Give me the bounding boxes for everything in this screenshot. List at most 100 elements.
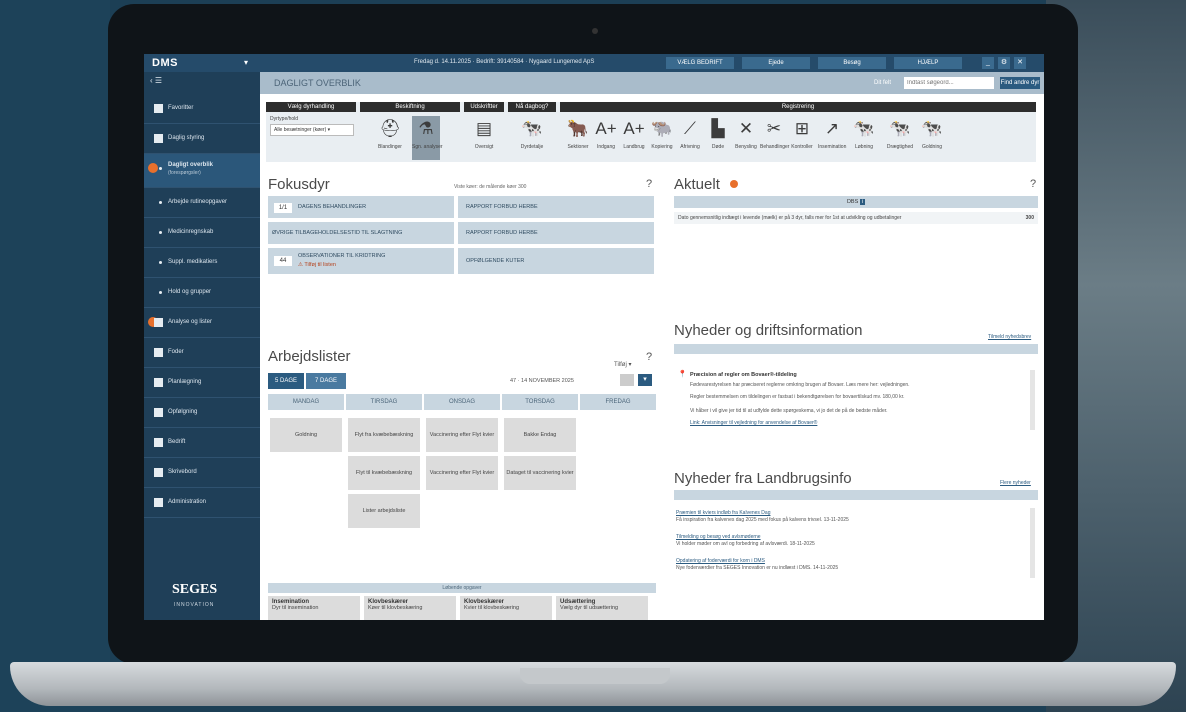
news-item-title[interactable]: Tilmelding og besøg ved avlsmøderne xyxy=(676,534,761,541)
info-icon[interactable]: i xyxy=(859,199,866,205)
chevron-down-icon[interactable]: ▾ xyxy=(638,374,652,386)
scrollbar[interactable] xyxy=(1030,370,1035,430)
news-link[interactable]: Link: Anvisninger til vejledning for anv… xyxy=(690,420,817,427)
sidebar-item-arbejde[interactable]: Arbejde rutineopgaver xyxy=(144,188,260,218)
folder-icon xyxy=(154,468,163,477)
task-card[interactable]: Goldning xyxy=(270,418,342,452)
group-header: Vælg dyrhandling xyxy=(266,102,356,112)
news-item-title[interactable]: Opdatering af foderværdi for korn i DMS xyxy=(676,558,765,565)
ongoing-card[interactable]: Klovbeskærer Kvier til klovbeskæring xyxy=(460,596,552,620)
tool-kontroller[interactable]: ⊞ Kontroller xyxy=(788,116,816,160)
ongoing-card[interactable]: Insemination Dyr til insemination xyxy=(268,596,360,620)
sidebar-item-daglig-styring[interactable]: Daglig styring xyxy=(144,124,260,154)
seges-logo-sub: INNOVATION xyxy=(174,602,215,608)
day-header: MANDAG xyxy=(268,394,344,410)
ongoing-card[interactable]: Udsættering Vælg dyr til udsættering xyxy=(556,596,648,620)
sidebar-item-skrivebord[interactable]: Skrivebord xyxy=(144,458,260,488)
tool-benysling[interactable]: ✕ Benysling xyxy=(732,116,760,160)
tool-kopiering[interactable]: 🐃 Kopiering xyxy=(648,116,676,160)
minimize-icon[interactable]: _ xyxy=(982,57,994,69)
tool-behandlinger[interactable]: ✂ Behandlinger xyxy=(760,116,790,160)
tool-goldning[interactable]: 🐄 Goldning xyxy=(918,116,946,160)
tool-label: Insemination xyxy=(818,144,847,150)
tool-label: Oversigt xyxy=(474,144,494,150)
nyheder-bar xyxy=(674,344,1038,354)
sidebar-item-opfoelgning[interactable]: Opfølgning xyxy=(144,398,260,428)
fokus-tile-rapport-2[interactable]: RAPPORT FORBUD HERBE xyxy=(458,222,654,244)
tool-label: Behandlinger xyxy=(760,144,790,150)
task-card[interactable]: Lister arbejdsliste xyxy=(348,494,420,528)
task-card[interactable]: Vaccinering efter Flyt kvier xyxy=(426,418,498,452)
tab-5-days[interactable]: 5 DAGE xyxy=(268,373,304,389)
help-button[interactable]: HJÆLP xyxy=(894,57,962,69)
more-news-link[interactable]: Flere nyheder xyxy=(1000,480,1031,486)
sidebar-item-analyse[interactable]: Analyse og lister xyxy=(144,308,260,338)
find-animals-button[interactable]: Find andre dyr xyxy=(1000,77,1040,89)
fokus-tile-tilbageholdelse[interactable]: ØVRIGE TILBAGEHOLDELSESTID TIL SLAGTNING xyxy=(268,222,454,244)
notification-badge xyxy=(148,163,158,173)
add-list-link[interactable]: Tilføj ▾ xyxy=(614,361,631,368)
sidebar-item-dagligt-overblik[interactable]: Dagligt overblik (forespørgsler) xyxy=(144,154,260,188)
sidebar-item-foder[interactable]: Foder xyxy=(144,338,260,368)
fokus-tile-observationer[interactable]: 44 OBSERVATIONER TIL KRIDTRING ⚠ Tilføj ti… xyxy=(268,248,454,274)
choose-farm-button[interactable]: VÆLG BEDRIFT xyxy=(666,57,734,69)
tool-insemination[interactable]: ↗ Insemination xyxy=(818,116,846,160)
tool-landbrug[interactable]: A+ Landbrug xyxy=(620,116,648,160)
fokus-tile-rapport-1[interactable]: RAPPORT FORBUD HERBE xyxy=(458,196,654,218)
sidebar-item-bedrift[interactable]: Bedrift xyxy=(144,428,260,458)
help-icon[interactable]: ? xyxy=(646,351,652,363)
task-card[interactable]: Flyt fra kvæbebæskning xyxy=(348,418,420,452)
chevron-down-icon[interactable]: ▾ xyxy=(244,58,248,67)
tab-7-days[interactable]: 7 DAGE xyxy=(306,373,346,389)
fokus-tile-behandlinger[interactable]: 1/1 DAGENS BEHANDLINGER xyxy=(268,196,454,218)
task-card[interactable]: Dataget til vaccinering kvier xyxy=(504,456,576,490)
sidebar: ‹ ☰ Favoritter Daglig styring Dagligt ov… xyxy=(144,72,260,620)
card-text: Køer til klovbeskæring xyxy=(368,605,423,611)
sidebar-item-administration[interactable]: Administration xyxy=(144,488,260,518)
task-card[interactable]: Vaccinering efter Flyt kvier xyxy=(426,456,498,490)
close-icon[interactable]: ✕ xyxy=(1014,57,1026,69)
group-header: Registrering xyxy=(560,102,1036,112)
tool-oversigt[interactable]: ▤ Oversigt xyxy=(470,116,498,160)
toolbar: Vælg dyrhandling Beskiftning Udskriftter… xyxy=(266,102,1036,162)
day-header: TORSDAG xyxy=(502,394,578,410)
day-header: TIRSDAG xyxy=(346,394,422,410)
sidebar-item-favoritter[interactable]: Favoritter xyxy=(144,94,260,124)
subscribe-link[interactable]: Tilmeld nyhedsbrev xyxy=(988,334,1031,340)
task-card[interactable]: Flyt til kvæbebæskning xyxy=(348,456,420,490)
help-icon[interactable]: ? xyxy=(1030,178,1036,190)
tool-afrivning[interactable]: ⟋ Afrivning xyxy=(676,116,704,160)
owners-button[interactable]: Ejede xyxy=(742,57,810,69)
news-item-title[interactable]: Præcision af regler om Bovaer®-tildeling xyxy=(690,372,797,378)
add-animal-icon: A+ xyxy=(595,119,617,138)
settings-icon[interactable]: ⚙ xyxy=(998,57,1010,69)
tool-sektioner[interactable]: 🐂 Sektioner xyxy=(564,116,592,160)
tool-dyrdetalje[interactable]: 🐄 Dyrdetalje xyxy=(518,116,546,160)
tool-doede[interactable]: ▙ Døde xyxy=(704,116,732,160)
top-bar: DMS ▾ Fredag d. 14.11.2025 · Bedrift: 39… xyxy=(144,54,1044,72)
mix-icon: ⛑ xyxy=(379,119,401,138)
visit-button[interactable]: Besøg xyxy=(818,57,886,69)
tool-indgang[interactable]: A+ Indgang xyxy=(592,116,620,160)
help-icon[interactable]: ? xyxy=(646,178,652,190)
scrollbar[interactable] xyxy=(1030,508,1035,578)
tool-analyser[interactable]: ⚗ Sgn. analyser xyxy=(412,116,443,160)
sidebar-item-planlaegning[interactable]: Planlægning xyxy=(144,368,260,398)
add-to-list-link[interactable]: ⚠ Tilføj til listen xyxy=(298,262,336,268)
sidebar-item-sublabel: (forespørgsler) xyxy=(168,170,201,176)
fokus-tile-kuter[interactable]: OPFØLGENDE KUTER xyxy=(458,248,654,274)
collapse-menu-icon[interactable]: ‹ ☰ xyxy=(150,76,162,85)
tool-loebning[interactable]: 🐄 Løbning xyxy=(850,116,878,160)
sidebar-item-medicin[interactable]: Medicinregnskab xyxy=(144,218,260,248)
animal-type-select[interactable]: Alle besætninger (køer) ▾ xyxy=(270,124,354,136)
tool-draegtighed[interactable]: 🐄 Drægtighed xyxy=(886,116,914,160)
news-item-title[interactable]: Præmien til kviers indløb fra Kalvenes D… xyxy=(676,510,770,517)
ongoing-card[interactable]: Klovbeskærer Køer til klovbeskæring xyxy=(364,596,456,620)
folder-icon xyxy=(154,134,163,143)
tool-blandinger[interactable]: ⛑ Blandinger xyxy=(376,116,404,160)
search-input[interactable] xyxy=(904,77,994,89)
sidebar-item-suppl[interactable]: Suppl. medikatiers xyxy=(144,248,260,278)
prev-week-button[interactable] xyxy=(620,374,634,386)
task-card[interactable]: Bakke Endag xyxy=(504,418,576,452)
sidebar-item-hold[interactable]: Hold og grupper xyxy=(144,278,260,308)
